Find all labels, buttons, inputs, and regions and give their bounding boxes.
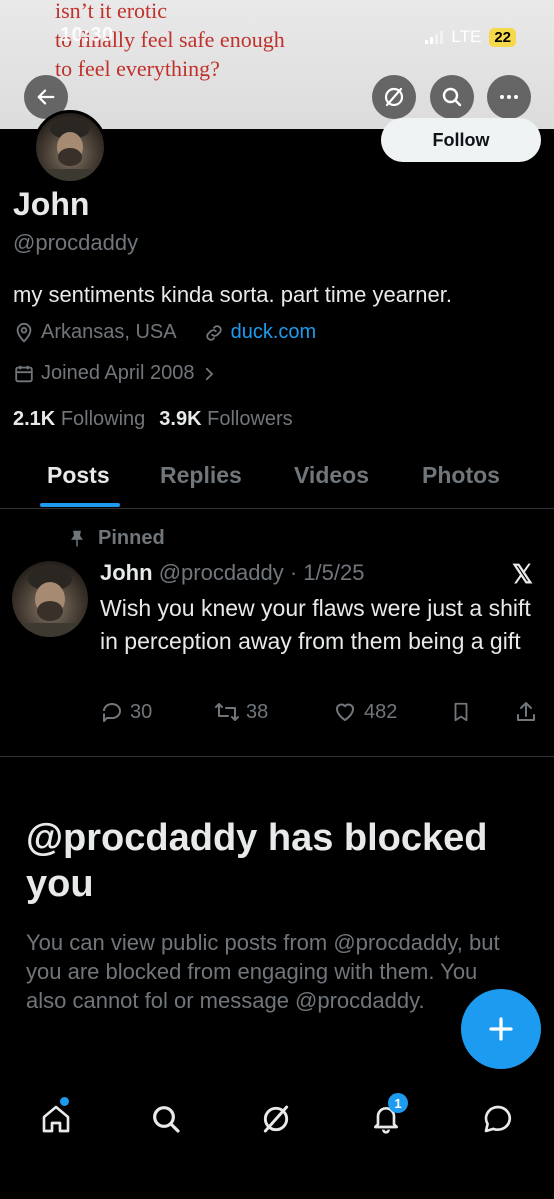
blocked-message: You can view public posts from @procdadd… bbox=[26, 930, 500, 1013]
banner-line: isn’t it erotic bbox=[55, 0, 168, 23]
more-button[interactable] bbox=[487, 75, 531, 119]
avatar-image bbox=[22, 567, 78, 637]
tab-photos[interactable]: Photos bbox=[422, 462, 500, 489]
following-count: 2.1K bbox=[13, 408, 56, 430]
bookmark-button[interactable] bbox=[450, 700, 472, 724]
link-icon bbox=[205, 324, 222, 341]
follow-counts: 2.1K Following 3.9K Followers bbox=[13, 408, 293, 431]
home-icon bbox=[42, 1105, 70, 1133]
chevron-right-icon bbox=[206, 367, 214, 380]
nav-messages[interactable] bbox=[478, 1099, 518, 1139]
reply-count: 30 bbox=[130, 700, 153, 723]
blocked-title: @procdaddy has blocked you bbox=[26, 817, 488, 905]
banner-line: to feel everything? bbox=[55, 56, 220, 81]
followers-label: Followers bbox=[207, 408, 293, 430]
pinned-indicator: Pinned bbox=[68, 527, 165, 550]
share-icon bbox=[517, 702, 535, 721]
tab-replies[interactable]: Replies bbox=[160, 462, 242, 489]
status-time: 10:30 bbox=[60, 24, 114, 46]
search-button[interactable] bbox=[430, 75, 474, 119]
avatar-image bbox=[46, 119, 94, 181]
follow-button[interactable]: Follow bbox=[381, 118, 541, 162]
repost-icon bbox=[215, 703, 239, 721]
nav-notifications[interactable]: 1 bbox=[366, 1093, 408, 1139]
active-tab-indicator bbox=[40, 503, 120, 507]
grok-icon bbox=[384, 87, 404, 107]
following-link[interactable]: 2.1K Following bbox=[13, 408, 145, 431]
followers-link[interactable]: 3.9K Followers bbox=[159, 408, 292, 431]
search-icon bbox=[153, 1106, 180, 1133]
joined-date: Joined April 2008 bbox=[41, 362, 195, 384]
message-icon bbox=[484, 1105, 512, 1133]
profile-website-link[interactable]: duck.com bbox=[231, 321, 317, 344]
pinned-label: Pinned bbox=[98, 527, 165, 549]
search-icon bbox=[442, 87, 462, 107]
pin-icon bbox=[71, 530, 83, 546]
post-author[interactable]: John bbox=[100, 560, 153, 585]
post-header: John @procdaddy · 1/5/25 bbox=[100, 560, 364, 586]
notification-badge: 1 bbox=[388, 1093, 408, 1113]
followers-count: 3.9K bbox=[159, 408, 202, 430]
post-text: Wish you knew your flaws were just a shi… bbox=[100, 595, 531, 654]
tab-posts[interactable]: Posts bbox=[47, 462, 110, 489]
joined-row[interactable]: Joined April 2008 bbox=[13, 362, 218, 385]
following-label: Following bbox=[60, 408, 146, 430]
profile-avatar[interactable] bbox=[33, 110, 107, 184]
bookmark-icon bbox=[454, 702, 468, 722]
location-icon bbox=[16, 322, 32, 343]
display-name: John bbox=[13, 186, 90, 222]
reply-button[interactable]: 30 bbox=[100, 700, 152, 724]
grok-icon bbox=[263, 1105, 289, 1133]
signal-icon bbox=[425, 30, 444, 44]
post-divider bbox=[0, 756, 554, 757]
more-icon bbox=[500, 95, 518, 99]
network-label: LTE bbox=[451, 27, 482, 46]
like-button[interactable]: 482 bbox=[332, 700, 397, 724]
reply-icon bbox=[103, 703, 121, 722]
heart-icon bbox=[336, 703, 354, 721]
profile-meta: Arkansas, USA duck.com bbox=[13, 321, 316, 344]
profile-handle: @procdaddy bbox=[13, 230, 139, 255]
like-count: 482 bbox=[364, 700, 398, 723]
profile-location: Arkansas, USA bbox=[41, 321, 177, 343]
battery-indicator: 22 bbox=[489, 27, 516, 47]
nav-home[interactable] bbox=[36, 1097, 76, 1139]
repost-button[interactable]: 38 bbox=[214, 700, 268, 724]
nav-search[interactable] bbox=[146, 1099, 186, 1139]
nav-grok[interactable] bbox=[256, 1099, 296, 1139]
profile-bio: my sentiments kinda sorta. part time yea… bbox=[13, 282, 452, 307]
bottom-nav: 1 bbox=[0, 1075, 554, 1199]
grok-button[interactable] bbox=[372, 75, 416, 119]
profile-banner: isn’t it erotic to finally feel safe eno… bbox=[0, 0, 554, 129]
status-indicators: LTE 22 bbox=[425, 27, 516, 47]
x-logo-icon: 𝕏 bbox=[512, 559, 533, 589]
calendar-icon bbox=[15, 365, 33, 382]
post-avatar[interactable] bbox=[12, 561, 88, 637]
profile-tabs: Posts Replies Videos Photos bbox=[0, 448, 554, 509]
post-actions: 30 38 482 bbox=[100, 700, 542, 730]
repost-count: 38 bbox=[246, 700, 269, 723]
share-button[interactable] bbox=[514, 700, 538, 724]
tab-videos[interactable]: Videos bbox=[294, 462, 369, 489]
plus-icon bbox=[489, 1017, 513, 1041]
post-handle-date: @procdaddy · 1/5/25 bbox=[158, 560, 365, 585]
compose-button[interactable] bbox=[461, 989, 541, 1069]
arrow-left-icon bbox=[37, 89, 55, 105]
home-unread-dot bbox=[60, 1097, 69, 1106]
